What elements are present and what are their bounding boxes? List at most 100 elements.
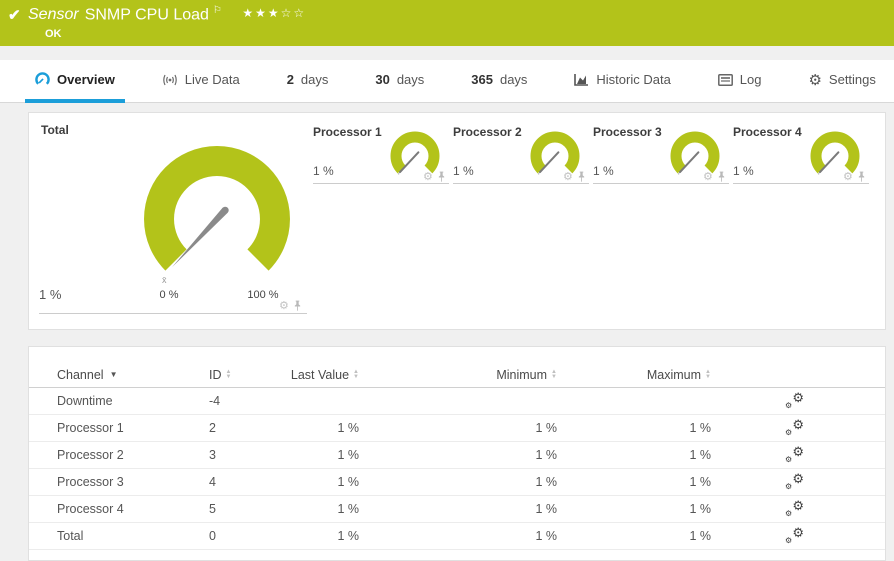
tab-365-days[interactable]: 365 days [461,60,537,103]
column-header-maximum[interactable]: Maximum ▲▼ [557,368,711,382]
processor-2-gauge-cell: Processor 2 1 % ⚙ [453,113,589,329]
cell-id: 2 [209,421,269,435]
processor-gauge-label: Processor 1 [313,125,382,139]
cell-minimum: 1 % [359,502,557,516]
column-label: Channel [57,368,104,382]
tab-label: Live Data [185,72,240,87]
processor-gauge-actions: ⚙ [843,171,866,183]
cell-minimum: 1 % [359,421,557,435]
priority-stars[interactable]: ★★★☆☆ [242,6,306,20]
processor-gauge-value: 1 % [313,164,334,178]
table-row: Processor 4 5 1 % 1 % 1 % ⚙⚙ [29,496,885,523]
column-label: Last Value [291,368,349,382]
processor-gauge-underline [313,183,449,184]
sort-icon: ▲▼ [705,370,711,379]
pin-icon[interactable] [293,300,302,312]
channel-settings-gears-icon[interactable]: ⚙⚙ [785,447,804,463]
pin-icon[interactable] [437,171,446,183]
table-row: Total 0 1 % 1 % 1 % ⚙⚙ [29,523,885,550]
column-header-last-value[interactable]: Last Value ▲▼ [269,368,359,382]
tab-label: days [500,72,527,87]
tab-historic-data[interactable]: Historic Data [564,60,680,103]
total-gauge-value: 1 % [39,287,61,302]
channel-settings-gears-icon[interactable]: ⚙⚙ [785,528,804,544]
pin-icon[interactable] [857,171,866,183]
cell-channel: Downtime [57,394,209,408]
channel-settings-gear-icon[interactable]: ⚙ [279,301,289,312]
tab-overview[interactable]: Overview [25,60,125,103]
column-header-channel[interactable]: Channel ▼ [57,368,209,382]
cell-last-value: 1 % [269,502,359,516]
pin-icon[interactable] [717,171,726,183]
channel-settings-gear-icon[interactable]: ⚙ [423,172,433,183]
processor-gauge-label: Processor 4 [733,125,802,139]
cell-channel: Processor 2 [57,448,209,462]
channel-settings-gears-icon[interactable]: ⚙⚙ [785,474,804,490]
channel-settings-gears-icon[interactable]: ⚙⚙ [785,501,804,517]
processor-gauge-value: 1 % [453,164,474,178]
channel-settings-gear-icon[interactable]: ⚙ [703,172,713,183]
tab-label: Log [740,72,762,87]
status-badge: OK [45,28,62,40]
processor-1-gauge-cell: Processor 1 1 % ⚙ [313,113,449,329]
table-row: Downtime -4 ⚙⚙ [29,388,885,415]
cell-id: 0 [209,529,269,543]
channel-settings-gears-icon[interactable]: ⚙⚙ [785,393,804,409]
page-title: SensorSNMP CPU Load⚐ ★★★☆☆ [28,5,306,24]
tab-log[interactable]: Log [708,60,772,103]
tab-label: Overview [57,72,115,87]
channel-settings-gear-icon[interactable]: ⚙ [843,172,853,183]
cell-id: -4 [209,394,269,408]
column-label: Maximum [647,368,701,382]
channel-settings-gear-icon[interactable]: ⚙ [563,172,573,183]
processor-gauge-underline [453,183,589,184]
sensor-type-label: Sensor [28,6,79,23]
overview-gauges-panel: Total x̄ 1 % 0 % 100 % ⚙ Processor 1 1 %… [28,112,886,330]
cell-last-value: 1 % [269,421,359,435]
sort-desc-icon: ▼ [110,370,118,379]
channel-settings-gears-icon[interactable]: ⚙⚙ [785,420,804,436]
average-marker: x̄ [162,275,167,285]
cell-last-value: 1 % [269,475,359,489]
total-scale-min: 0 % [141,289,197,301]
sort-icon: ▲▼ [226,370,232,379]
tab-30-days[interactable]: 30 days [365,60,434,103]
processor-gauge-label: Processor 2 [453,125,522,139]
table-row: Processor 2 3 1 % 1 % 1 % ⚙⚙ [29,442,885,469]
cell-maximum: 1 % [557,448,711,462]
column-header-id[interactable]: ID ▲▼ [209,368,269,382]
cell-maximum: 1 % [557,475,711,489]
processor-gauge-label: Processor 3 [593,125,662,139]
table-row: Processor 3 4 1 % 1 % 1 % ⚙⚙ [29,469,885,496]
tab-2-days[interactable]: 2 days [277,60,339,103]
gauge-icon [35,72,50,87]
tab-label: Historic Data [596,72,670,87]
tab-live-data[interactable]: Live Data [152,60,250,103]
cell-maximum: 1 % [557,502,711,516]
tab-number: 2 [287,72,294,87]
tab-label: days [301,72,328,87]
cell-channel: Total [57,529,209,543]
cell-channel: Processor 4 [57,502,209,516]
table-row: Processor 1 2 1 % 1 % 1 % ⚙⚙ [29,415,885,442]
log-icon [718,74,733,86]
channel-table-panel: Channel ▼ ID ▲▼ Last Value ▲▼ Minimum ▲▼… [28,346,886,561]
processor-gauge-underline [593,183,729,184]
processor-3-gauge-cell: Processor 3 1 % ⚙ [593,113,729,329]
sensor-name: SNMP CPU Load [85,6,209,23]
processor-gauge-actions: ⚙ [563,171,586,183]
star-filled-icon[interactable]: ★ [242,6,255,20]
sensor-header: ✔ SensorSNMP CPU Load⚐ ★★★☆☆ OK [0,0,894,46]
cell-channel: Processor 3 [57,475,209,489]
column-header-minimum[interactable]: Minimum ▲▼ [359,368,557,382]
star-filled-icon[interactable]: ★ [268,6,281,20]
cell-maximum: 1 % [557,529,711,543]
tab-settings[interactable]: ⚙ Settings [798,60,885,103]
star-empty-icon[interactable]: ☆ [293,6,306,20]
star-filled-icon[interactable]: ★ [255,6,268,20]
star-empty-icon[interactable]: ☆ [281,6,294,20]
column-label: Minimum [496,368,547,382]
column-label: ID [209,368,222,382]
cell-maximum: 1 % [557,421,711,435]
pin-icon[interactable] [577,171,586,183]
